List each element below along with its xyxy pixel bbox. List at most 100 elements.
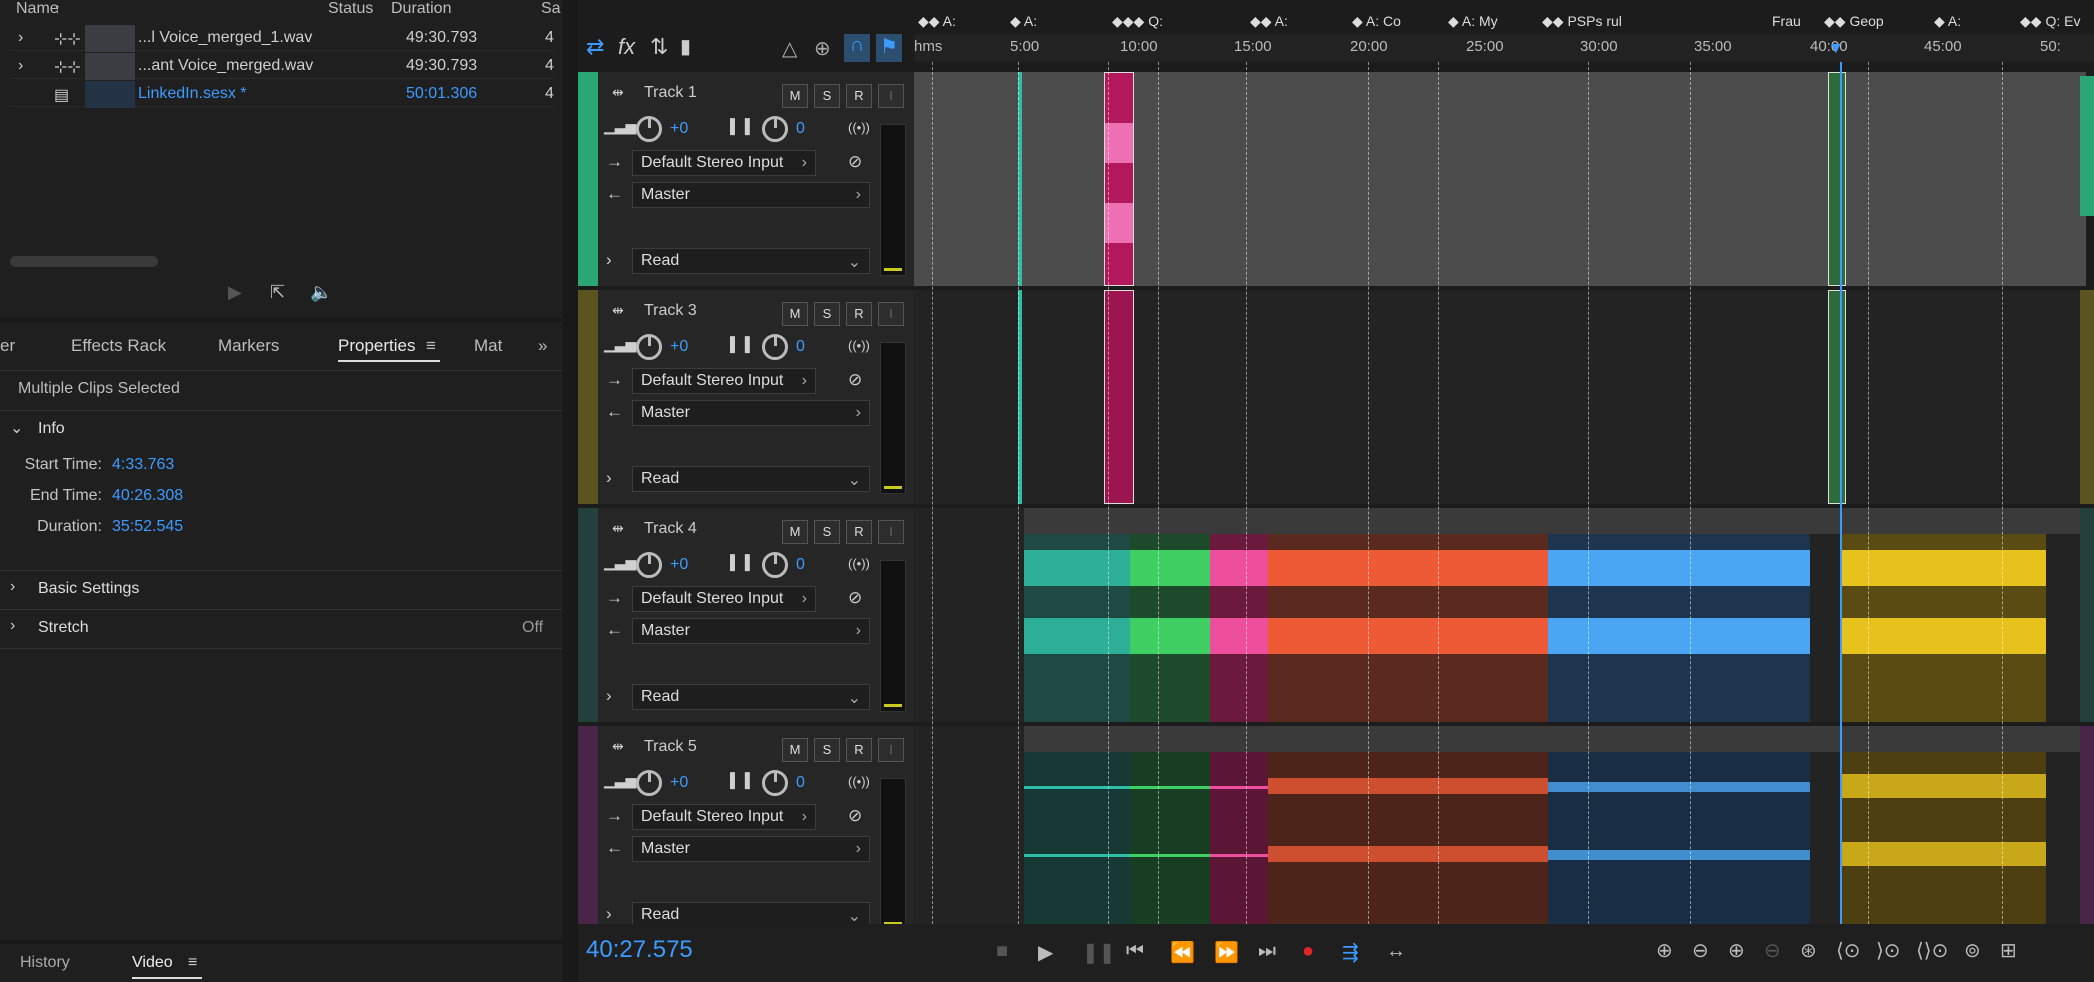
phase-invert-icon[interactable]: ⊘ xyxy=(848,370,862,390)
record-arm-button[interactable]: R xyxy=(846,738,872,762)
audio-clip[interactable] xyxy=(1024,534,1130,722)
marker[interactable]: Frau xyxy=(1772,13,1801,29)
play-icon[interactable]: ▶ xyxy=(228,282,242,303)
fx-icon[interactable]: fx xyxy=(618,34,635,60)
phase-invert-icon[interactable]: ⊘ xyxy=(848,806,862,826)
pan-value[interactable]: 0 xyxy=(796,120,805,138)
input-select[interactable]: Default Stereo Input › xyxy=(632,586,816,612)
playhead-icon[interactable]: ▼ xyxy=(1828,40,1844,58)
output-select[interactable]: Master › xyxy=(632,182,870,208)
audio-clip[interactable] xyxy=(1130,752,1210,924)
solo-button[interactable]: S xyxy=(814,520,840,544)
volume-knob[interactable] xyxy=(636,334,662,360)
grip-icon[interactable]: ⇹ xyxy=(612,520,624,537)
volume-knob[interactable] xyxy=(636,552,662,578)
tab-history[interactable]: History xyxy=(20,954,70,972)
track-name[interactable]: Track 1 xyxy=(644,84,697,102)
tab-video[interactable]: Video xyxy=(132,954,173,972)
marker[interactable]: ◆◆◆ Q: xyxy=(1112,13,1163,30)
automation-mode-select[interactable]: Read ⌄ xyxy=(632,248,870,274)
audio-clip[interactable] xyxy=(1268,534,1548,722)
automation-mode-select[interactable]: Read ⌄ xyxy=(632,902,870,924)
monitor-input-button[interactable]: I xyxy=(878,738,904,762)
grip-icon[interactable]: ⇹ xyxy=(612,302,624,319)
track-name[interactable]: Track 5 xyxy=(644,738,697,756)
output-select[interactable]: Master › xyxy=(632,618,870,644)
track-name[interactable]: Track 4 xyxy=(644,520,697,538)
mute-button[interactable]: M xyxy=(782,84,808,108)
zoom-all-tracks-icon[interactable]: ⊞ xyxy=(2000,938,2017,963)
stop-icon[interactable]: ■ xyxy=(996,940,1008,963)
output-select[interactable]: Master › xyxy=(632,400,870,426)
marker[interactable]: ◆◆ A: xyxy=(1250,13,1288,30)
mute-button[interactable]: M xyxy=(782,738,808,762)
auto-play-icon[interactable]: 🔈 xyxy=(310,282,332,303)
fast-forward-icon[interactable]: ⏩ xyxy=(1214,940,1239,965)
automation-mode-select[interactable]: Read ⌄ xyxy=(632,684,870,710)
insert-into-multitrack-icon[interactable]: ⇱ xyxy=(270,282,285,303)
audio-clip[interactable] xyxy=(1840,534,2046,722)
snap-magnet-icon[interactable]: ∩ xyxy=(844,34,870,62)
tab-media-browser[interactable]: er xyxy=(0,336,15,356)
loop-playback-icon[interactable]: ⇶ xyxy=(1342,940,1359,965)
expand-icon[interactable]: › xyxy=(606,686,612,706)
tab-match-loudness[interactable]: Mat xyxy=(474,336,502,356)
tab-properties[interactable]: Properties xyxy=(338,336,415,356)
solo-button[interactable]: S xyxy=(814,84,840,108)
rewind-icon[interactable]: ⏪ xyxy=(1170,940,1195,965)
solo-button[interactable]: S xyxy=(814,738,840,762)
zoom-out-point-icon[interactable]: ⟩⊙ xyxy=(1876,938,1901,963)
pan-knob[interactable] xyxy=(762,552,788,578)
marker[interactable]: ◆ A: xyxy=(1934,13,1961,30)
phase-invert-icon[interactable]: ⊘ xyxy=(848,152,862,172)
pan-value[interactable]: 0 xyxy=(796,774,805,792)
zoom-out-full-icon[interactable]: ⊛ xyxy=(1800,938,1817,963)
automation-mode-select[interactable]: Read ⌄ xyxy=(632,466,870,492)
pan-knob[interactable] xyxy=(762,334,788,360)
grip-icon[interactable]: ⇹ xyxy=(612,738,624,755)
volume-value[interactable]: +0 xyxy=(670,338,688,356)
audio-clip[interactable] xyxy=(1840,752,2046,924)
play-icon[interactable]: ▶ xyxy=(1038,940,1053,965)
zoom-track-icon[interactable]: ⊚ xyxy=(1964,938,1981,963)
sort-arrow-icon[interactable]: ↑ xyxy=(54,0,61,19)
mute-button[interactable]: M xyxy=(782,520,808,544)
column-name[interactable]: Name xyxy=(16,0,59,19)
input-select[interactable]: Default Stereo Input › xyxy=(632,368,816,394)
output-select[interactable]: Master › xyxy=(632,836,870,862)
tab-markers[interactable]: Markers xyxy=(218,336,279,356)
expand-icon[interactable]: › xyxy=(606,468,612,488)
marker[interactable]: ◆◆ Q: Ev xyxy=(2020,13,2080,30)
punch-icon[interactable]: ⊕ xyxy=(814,36,831,61)
column-sample-rate[interactable]: Sa xyxy=(541,0,561,19)
volume-value[interactable]: +0 xyxy=(670,120,688,138)
track-name[interactable]: Track 3 xyxy=(644,302,697,320)
pan-knob[interactable] xyxy=(762,116,788,142)
go-to-start-icon[interactable]: ⏮ xyxy=(1126,940,1144,963)
stretch-header[interactable]: Stretch xyxy=(38,619,89,637)
column-duration[interactable]: Duration xyxy=(391,0,451,19)
volume-knob[interactable] xyxy=(636,116,662,142)
record-arm-button[interactable]: R xyxy=(846,302,872,326)
playhead-line[interactable] xyxy=(1840,62,1842,924)
audio-clip[interactable] xyxy=(1828,72,1846,286)
chevron-right-icon[interactable]: › xyxy=(10,617,15,635)
panel-menu-icon[interactable]: ≡ xyxy=(188,954,197,972)
record-arm-button[interactable]: R xyxy=(846,520,872,544)
volume-value[interactable]: +0 xyxy=(670,556,688,574)
solo-button[interactable]: S xyxy=(814,302,840,326)
audio-clip[interactable] xyxy=(1268,752,1548,924)
file-row[interactable]: › ⊹⊹ ...ant Voice_merged.wav 49:30.793 4 xyxy=(10,53,555,80)
volume-value[interactable]: +0 xyxy=(670,774,688,792)
pan-knob[interactable] xyxy=(762,770,788,796)
chevron-right-icon[interactable]: › xyxy=(10,578,15,596)
timeline-ruler[interactable]: hms 5:00 10:00 15:00 20:00 25:00 30:00 3… xyxy=(914,34,2094,62)
phase-invert-icon[interactable]: ⊘ xyxy=(848,588,862,608)
clip-header-bar[interactable] xyxy=(1024,726,2086,752)
expand-icon[interactable]: › xyxy=(606,250,612,270)
audio-clip[interactable] xyxy=(1210,752,1268,924)
clip-header-bar[interactable] xyxy=(1024,508,2086,534)
current-time-display[interactable]: 40:27.575 xyxy=(586,936,693,964)
info-section-header[interactable]: Info xyxy=(38,420,65,438)
skip-selection-icon[interactable]: ↔ xyxy=(1386,940,1406,963)
